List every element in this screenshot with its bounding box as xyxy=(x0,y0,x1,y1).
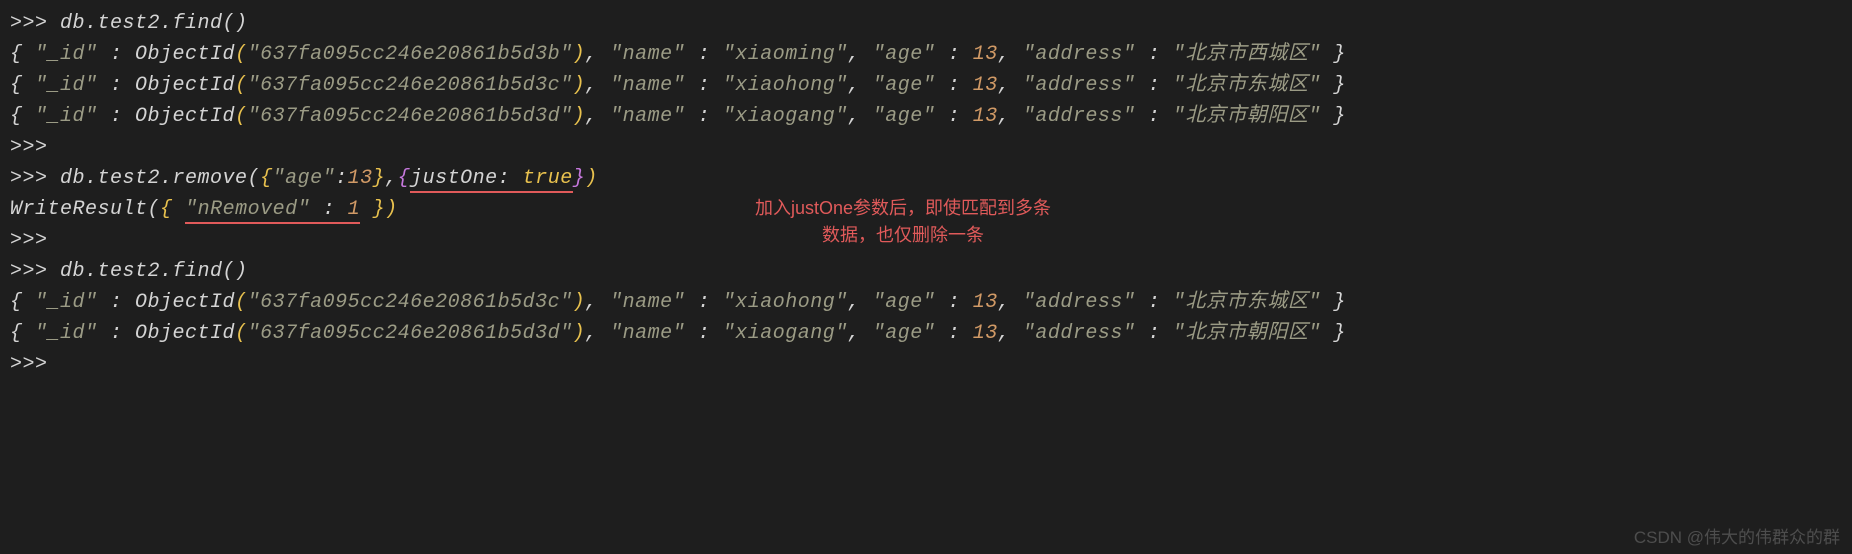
remove-cmd-line: >>> db.test2.remove({"age":13},{justOne:… xyxy=(10,163,1842,194)
annotation-text: 加入justOne参数后，即使匹配到多条 数据，也仅删除一条 xyxy=(755,195,1051,249)
doc-row: { "_id" : ObjectId("637fa095cc246e20861b… xyxy=(10,287,1842,318)
doc-row: { "_id" : ObjectId("637fa095cc246e20861b… xyxy=(10,39,1842,70)
empty-prompt: >>> xyxy=(10,349,1842,380)
doc-row: { "_id" : ObjectId("637fa095cc246e20861b… xyxy=(10,101,1842,132)
watermark: CSDN @伟大的伟群众的群 xyxy=(1634,523,1840,548)
doc-row: { "_id" : ObjectId("637fa095cc246e20861b… xyxy=(10,318,1842,349)
empty-prompt: >>> xyxy=(10,132,1842,163)
cmd-line: >>> db.test2.find() xyxy=(10,256,1842,287)
cmd-line: >>> db.test2.find() xyxy=(10,8,1842,39)
prompt: >>> xyxy=(10,12,48,35)
find-command: db.test2.find() xyxy=(60,12,248,35)
doc-row: { "_id" : ObjectId("637fa095cc246e20861b… xyxy=(10,70,1842,101)
